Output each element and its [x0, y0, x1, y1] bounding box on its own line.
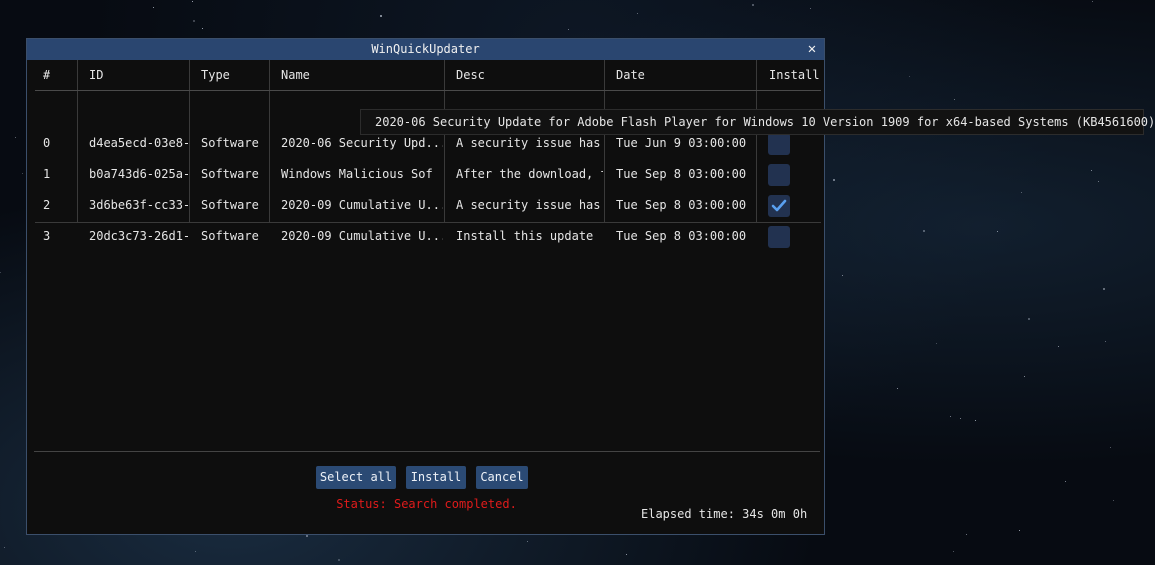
star [975, 420, 976, 421]
row-0-date: Tue Jun 9 03:00:00 [616, 136, 747, 150]
star [568, 29, 569, 30]
star [527, 541, 528, 542]
title-bar[interactable]: WinQuickUpdater ✕ [27, 39, 824, 60]
star [923, 230, 925, 232]
column-divider [189, 60, 190, 223]
star [1065, 481, 1066, 482]
row-1-type: Software [201, 167, 259, 181]
star [1058, 346, 1059, 347]
row-3-type: Software [201, 229, 259, 243]
row-3-name[interactable]: 2020-09 Cumulative U... [281, 228, 443, 244]
table-bottom-divider [35, 222, 821, 223]
row-2-install-checkbox[interactable] [768, 195, 790, 217]
star [1024, 376, 1025, 377]
select-all-button[interactable]: Select all [316, 466, 396, 489]
column-header-install[interactable]: Install [769, 67, 820, 83]
star [966, 534, 967, 535]
updates-table: # ID Type Name Desc Date Install 0 d4ea5… [35, 60, 821, 248]
star [810, 8, 811, 9]
row-1-date: Tue Sep 8 03:00:00 [616, 167, 747, 181]
column-header-index[interactable]: # [43, 67, 50, 83]
row-1-id: b0a743d6-025a-4 [89, 167, 188, 181]
row-2-id: 3d6be63f-cc33-4 [89, 198, 188, 212]
header-divider [35, 90, 821, 91]
star [1103, 288, 1105, 290]
star [192, 1, 193, 2]
star [1092, 1, 1093, 2]
star [22, 173, 23, 174]
column-header-id[interactable]: ID [89, 67, 103, 83]
row-1-install-checkbox[interactable] [768, 164, 790, 186]
star [842, 275, 843, 276]
row-1-name[interactable]: Windows Malicious Sof [281, 166, 443, 182]
star [153, 7, 154, 8]
star [338, 559, 340, 561]
column-divider [756, 60, 757, 223]
star [193, 20, 195, 22]
star [909, 76, 910, 77]
star [4, 547, 5, 548]
star [1098, 181, 1099, 182]
star [954, 99, 955, 100]
column-header-type[interactable]: Type [201, 67, 230, 83]
row-2-index: 2 [43, 198, 51, 212]
column-divider [604, 60, 605, 223]
cancel-button[interactable]: Cancel [476, 466, 528, 489]
star [1019, 530, 1020, 531]
star [1105, 341, 1106, 342]
star [195, 551, 196, 552]
row-3-desc: Install this update . [456, 229, 603, 243]
star [960, 418, 961, 419]
footer-divider [34, 451, 820, 452]
name-tooltip: 2020-06 Security Update for Adobe Flash … [360, 109, 1155, 135]
row-3-index: 3 [43, 229, 51, 243]
checkmark-icon [771, 199, 787, 212]
star [0, 272, 1, 273]
star [1021, 192, 1022, 193]
row-3-install-checkbox[interactable] [768, 226, 790, 248]
star [637, 13, 638, 14]
close-icon[interactable]: ✕ [804, 39, 820, 60]
row-0-type: Software [201, 136, 259, 150]
row-0-install-checkbox[interactable] [768, 133, 790, 155]
star [752, 4, 754, 6]
row-0-id: d4ea5ecd-03e8-4 [89, 136, 188, 150]
star [1091, 170, 1092, 171]
star [897, 388, 898, 389]
star [1110, 447, 1111, 448]
column-header-date[interactable]: Date [616, 67, 645, 83]
star [626, 554, 627, 555]
row-2-name[interactable]: 2020-09 Cumulative U... [281, 197, 443, 213]
row-2-desc: A security issue has. [456, 198, 603, 212]
row-2-date: Tue Sep 8 03:00:00 [616, 198, 747, 212]
star [380, 15, 382, 17]
install-button[interactable]: Install [406, 466, 466, 489]
star [936, 343, 937, 344]
row-3-date: Tue Sep 8 03:00:00 [616, 229, 747, 243]
row-0-desc: A security issue has. [456, 136, 603, 150]
star [953, 551, 954, 552]
row-0-index: 0 [43, 136, 51, 150]
star [1028, 318, 1030, 320]
star [997, 231, 998, 232]
row-2-type: Software [201, 198, 259, 212]
column-header-desc[interactable]: Desc [456, 67, 485, 83]
column-header-name[interactable]: Name [281, 67, 310, 83]
star [306, 535, 308, 537]
star [833, 179, 835, 181]
star [202, 28, 203, 29]
row-3-id: 20dc3c73-26d1-4 [89, 229, 188, 243]
column-divider [444, 60, 445, 223]
column-divider [77, 60, 78, 223]
window-title: WinQuickUpdater [371, 42, 480, 56]
column-divider [269, 60, 270, 223]
star [1113, 500, 1114, 501]
row-0-name[interactable]: 2020-06 Security Upd... [281, 135, 443, 151]
row-1-index: 1 [43, 167, 51, 181]
row-1-desc: After the download, t [456, 167, 603, 181]
star [950, 416, 951, 417]
star [15, 137, 16, 138]
elapsed-time: Elapsed time: 34s 0m 0h [641, 507, 808, 521]
